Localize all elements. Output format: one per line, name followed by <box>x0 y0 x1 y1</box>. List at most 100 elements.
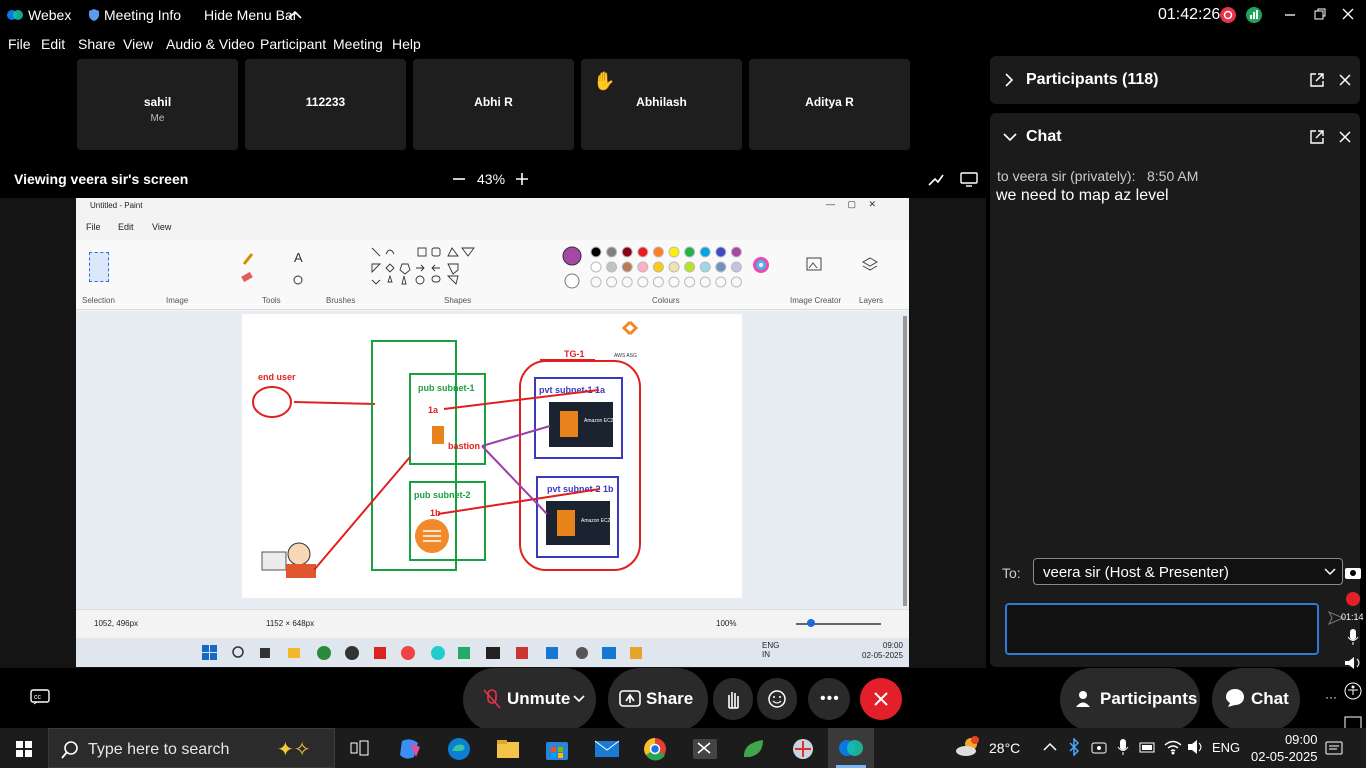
file-explorer-icon[interactable] <box>496 739 520 759</box>
participant-tile[interactable]: Abhi R <box>413 59 574 150</box>
colour-swatch[interactable] <box>652 261 664 273</box>
chevron-up-icon[interactable] <box>1043 742 1057 752</box>
record-icon[interactable] <box>1345 591 1361 607</box>
volume-icon[interactable] <box>1187 739 1205 755</box>
close-icon[interactable] <box>1338 73 1352 87</box>
chevron-down-icon[interactable] <box>1003 132 1017 142</box>
edge-icon[interactable] <box>447 737 471 761</box>
webex-taskbar-button[interactable] <box>828 728 874 768</box>
chat-recipient-select[interactable]: veera sir (Host & Presenter) <box>1033 558 1343 585</box>
windows-start-icon[interactable] <box>16 741 32 757</box>
custom-colour-slot[interactable] <box>668 276 680 288</box>
participant-tile[interactable]: 112233 <box>245 59 406 150</box>
paint-zoom[interactable]: 100% <box>716 619 736 628</box>
colour-swatch[interactable] <box>715 261 727 273</box>
colour-swatch[interactable] <box>699 246 711 258</box>
colour-palette[interactable] <box>560 244 770 292</box>
bluetooth-icon[interactable] <box>1068 738 1080 756</box>
custom-colour-slot[interactable] <box>621 276 633 288</box>
menu-meeting[interactable]: Meeting <box>333 36 383 52</box>
menu-audio-video[interactable]: Audio & Video <box>166 36 254 52</box>
canvas-scrollbar[interactable] <box>903 316 907 606</box>
paint-menu-file[interactable]: File <box>86 222 101 232</box>
edit-colours-icon[interactable] <box>752 256 770 274</box>
paint-menu-edit[interactable]: Edit <box>118 222 134 232</box>
custom-colour-slot[interactable] <box>684 276 696 288</box>
participant-tile[interactable]: ✋ Abhilash <box>581 59 742 150</box>
chevron-right-icon[interactable] <box>1004 73 1014 87</box>
close-icon[interactable] <box>1341 7 1355 21</box>
weather-icon[interactable] <box>955 736 981 758</box>
custom-colour-slot[interactable] <box>590 276 602 288</box>
meeting-info-button[interactable]: Meeting Info <box>104 7 181 23</box>
colour-swatch[interactable] <box>715 246 727 258</box>
chat-button[interactable]: Chat <box>1212 668 1300 731</box>
task-view-icon[interactable] <box>350 739 370 757</box>
colour-swatch[interactable] <box>637 246 649 258</box>
colour-swatch[interactable] <box>637 261 649 273</box>
close-icon[interactable] <box>1338 130 1352 144</box>
minimize-icon[interactable] <box>1283 8 1297 22</box>
colour-swatch[interactable] <box>606 246 618 258</box>
layers-icon[interactable] <box>862 256 878 272</box>
mail-icon[interactable] <box>594 739 620 759</box>
captions-icon[interactable]: cc <box>30 688 52 706</box>
participants-button[interactable]: Participants <box>1060 668 1200 731</box>
microsoft-store-icon[interactable] <box>545 737 569 761</box>
colour-swatch[interactable] <box>684 261 696 273</box>
colour-swatch[interactable] <box>652 246 664 258</box>
participant-tile[interactable]: sahil Me <box>77 59 238 150</box>
colour-swatch[interactable] <box>621 246 633 258</box>
chat-message-input[interactable] <box>1005 603 1319 655</box>
zoom-out-icon[interactable] <box>452 173 466 185</box>
more-icon[interactable]: ··· <box>1325 690 1337 704</box>
chevron-down-icon[interactable] <box>573 695 585 703</box>
selection-tool-icon[interactable] <box>89 252 109 282</box>
reactions-button[interactable] <box>757 678 797 720</box>
network-stats-icon[interactable] <box>1245 6 1263 24</box>
speaker-icon[interactable] <box>1344 656 1362 670</box>
colour-swatch[interactable] <box>590 246 602 258</box>
menu-share[interactable]: Share <box>78 36 115 52</box>
unmute-button[interactable]: Unmute <box>463 668 596 731</box>
colour-swatch[interactable] <box>730 261 742 273</box>
paint-menu-view[interactable]: View <box>152 222 171 232</box>
share-button[interactable]: Share <box>608 668 708 731</box>
accessibility-icon[interactable] <box>1344 682 1362 700</box>
colour-swatch[interactable] <box>621 261 633 273</box>
menu-participant[interactable]: Participant <box>260 36 326 52</box>
pop-out-icon[interactable] <box>1309 72 1325 88</box>
hide-menu-bar-button[interactable]: Hide Menu Bar <box>204 7 297 23</box>
pop-out-icon[interactable] <box>1309 129 1325 145</box>
restore-icon[interactable] <box>1313 7 1327 21</box>
custom-colour-slot[interactable] <box>606 276 618 288</box>
colour-swatch[interactable] <box>668 246 680 258</box>
shapes-gallery-icon[interactable] <box>368 244 538 290</box>
remote-app-icon[interactable] <box>790 737 816 761</box>
tools-icons[interactable]: A <box>236 248 306 288</box>
custom-colour-slot[interactable] <box>715 276 727 288</box>
leaf-app-icon[interactable] <box>741 737 767 761</box>
taskbar-search-box[interactable]: Type here to search ✦✧ <box>48 728 335 768</box>
chrome-icon[interactable] <box>643 737 667 761</box>
colour-swatch[interactable] <box>606 261 618 273</box>
notifications-icon[interactable] <box>1325 740 1343 756</box>
webcam-icon[interactable] <box>1091 740 1107 756</box>
microphone-icon[interactable] <box>1117 738 1129 756</box>
input-language[interactable]: ENG <box>1212 740 1240 755</box>
menu-view[interactable]: View <box>123 36 153 52</box>
custom-colour-slot[interactable] <box>652 276 664 288</box>
raise-hand-button[interactable] <box>713 678 753 720</box>
secondary-colour-swatch[interactable] <box>564 273 580 289</box>
menu-edit[interactable]: Edit <box>41 36 65 52</box>
colour-swatch[interactable] <box>684 246 696 258</box>
chevron-up-icon[interactable] <box>288 10 302 19</box>
menu-help[interactable]: Help <box>392 36 421 52</box>
screen-view-icon[interactable] <box>960 171 978 187</box>
wifi-icon[interactable] <box>1164 739 1182 755</box>
colour-swatch[interactable] <box>730 246 742 258</box>
camera-icon[interactable] <box>1344 564 1362 580</box>
annotate-icon[interactable] <box>927 171 945 187</box>
zoom-in-icon[interactable] <box>515 172 529 186</box>
colour-swatch[interactable] <box>699 261 711 273</box>
